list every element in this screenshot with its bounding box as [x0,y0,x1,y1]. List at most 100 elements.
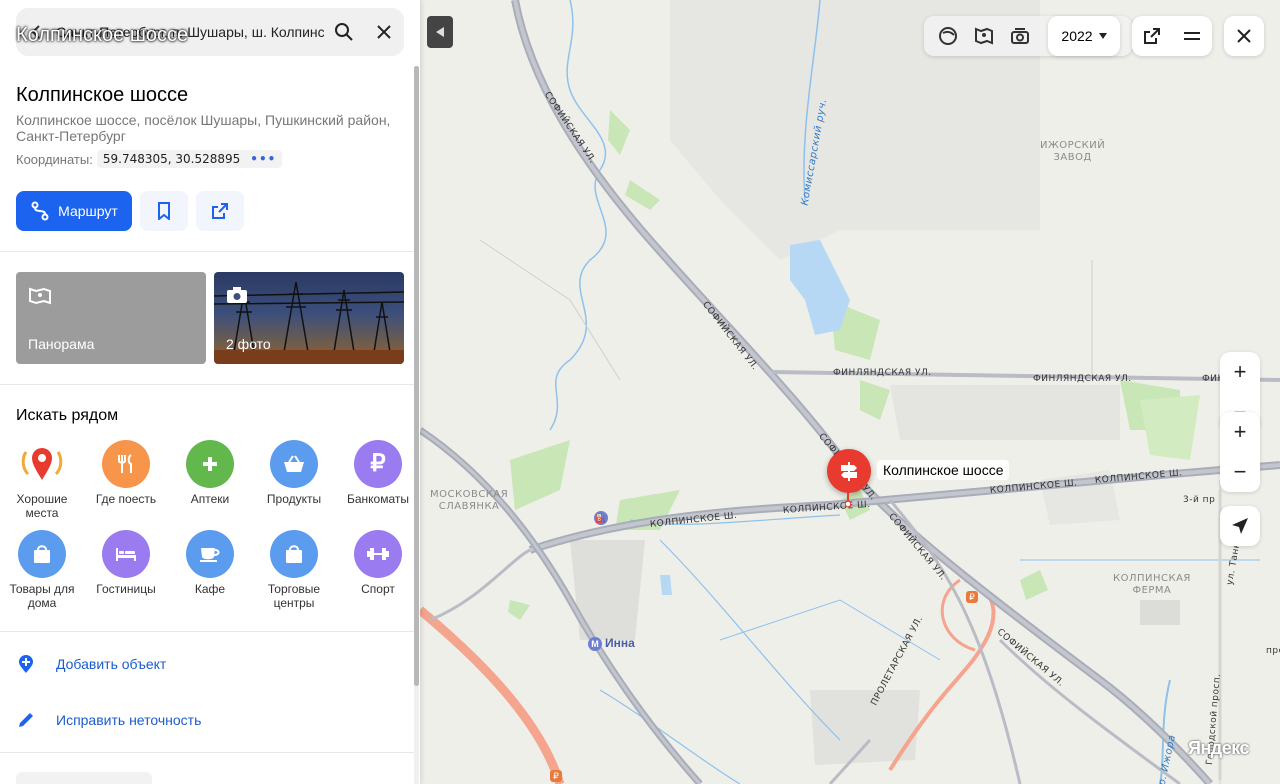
marker-tail [845,491,851,507]
zoom-in-button[interactable]: + [1220,352,1260,392]
category-label: Товары для дома [9,582,75,610]
zoom-in-button[interactable]: + [1220,412,1260,452]
app-root: Софийская ул. Софийская ул. Софийская ул… [0,0,1280,784]
bed-icon [102,530,150,578]
bottom-button-partial[interactable] [16,772,152,784]
search-button[interactable] [324,8,364,56]
more-icon[interactable]: ••• [250,152,276,166]
photos-label: 2 фото [226,336,271,352]
category-label: Гостиницы [96,582,156,596]
layers-button[interactable] [930,16,966,56]
coordinates-label: Координаты: [16,151,93,167]
category-label: Продукты [266,492,322,506]
bookmark-icon [158,202,170,220]
coordinates-value[interactable]: 59.748305, 30.528895 ••• [96,150,283,168]
bag-icon [270,530,318,578]
category-label: Кафе [194,582,226,596]
category-label: Торговые центры [267,582,321,610]
external-link-icon [212,203,228,219]
navigation-arrow-icon [1232,518,1248,534]
panorama-icon [975,27,993,45]
pencil-icon [19,713,33,727]
pin-laurel-icon [18,440,66,488]
category-label: Банкоматы [346,492,409,506]
district-label: Московская Славянка [430,489,509,512]
panorama-overlay-title: Колпинское шоссе [16,24,189,46]
category-cafe[interactable]: Кафе [168,530,252,596]
place-sidebar: Колпинское шоссе Колпинское шоссе Колпин… [0,0,420,784]
panorama-icon [29,287,51,305]
panorama-label: Панорама [28,336,95,352]
zoom-out-button[interactable]: − [1220,452,1260,492]
collapse-panel-button[interactable] [427,16,453,48]
panorama-button[interactable] [966,16,1002,56]
fork-knife-icon [102,440,150,488]
fix-error-link[interactable]: Исправить неточность [16,710,201,730]
external-link-icon [1144,28,1160,44]
map-extra-toolbar [1132,16,1212,56]
add-object-link[interactable]: Добавить объект [16,654,166,674]
fuel-poi[interactable]: ₽ [966,591,978,603]
street-label: про [1266,646,1280,656]
basket-icon [270,440,318,488]
camera-stack-icon [1011,28,1029,44]
place-address: Колпинское шоссе, посёлок Шушары, Пушкин… [16,112,391,144]
add-location-icon [19,655,33,673]
menu-icon [1184,32,1200,40]
category-home-goods[interactable]: Товары для дома [0,530,84,610]
chevron-down-icon [1098,33,1107,39]
yandex-logo: Яндекс [1188,738,1250,758]
category-groceries[interactable]: Продукты [252,440,336,506]
route-icon [31,201,49,221]
photo-history-button[interactable] [1002,16,1038,56]
gas-station-icon: ⛽ [594,510,608,525]
add-object-label: Добавить объект [56,656,167,672]
clear-search-button[interactable] [364,8,404,56]
zoom-controls: + − [1220,412,1260,492]
category-good-places[interactable]: Хорошие места [0,440,84,520]
category-sport[interactable]: Спорт [336,530,420,596]
category-label: Аптеки [190,492,230,506]
place-title: Колпинское шоссе [16,84,189,106]
map-view[interactable]: Софийская ул. Софийская ул. Софийская ул… [420,0,1280,784]
street-label: Финляндская ул. [833,368,932,378]
cup-icon [186,530,234,578]
sidebar-scrollbar[interactable] [414,66,419,784]
category-atm[interactable]: ₽ Банкоматы [336,440,420,506]
district-label: Колпинская ферма [1113,573,1191,596]
category-label: Хорошие места [16,492,68,520]
metro-poi[interactable]: M Инна [588,636,635,651]
triangle-left-icon [436,27,444,37]
marker-label: Колпинское шоссе [877,460,1010,480]
fix-error-label: Исправить неточность [56,712,202,728]
category-label: Спорт [361,582,395,596]
share-button[interactable] [196,191,244,231]
search-icon [335,23,353,41]
signpost-icon [841,462,857,481]
divider [0,251,418,252]
category-hotels[interactable]: Гостиницы [84,530,168,596]
scrollbar-thumb[interactable] [414,66,419,686]
category-pharmacy[interactable]: Аптеки [168,440,252,506]
coordinates-text: 59.748305, 30.528895 [102,152,241,166]
route-button[interactable]: Маршрут [16,191,132,231]
gas-station-poi[interactable]: ⛽ [594,510,611,525]
photos-card[interactable]: 2 фото [214,272,404,364]
fuel-poi[interactable]: ₽ [550,770,562,782]
year-value: 2022 [1061,28,1093,44]
close-icon [377,25,391,39]
dumbbell-icon [354,530,402,578]
nearby-title: Искать рядом [16,407,119,424]
open-external-button[interactable] [1134,16,1170,56]
panorama-card[interactable]: Панорама [16,272,206,364]
bookmark-button[interactable] [140,191,188,231]
close-panorama-button[interactable] [1224,16,1264,56]
district-label: Ижорский завод [1040,140,1106,163]
category-malls[interactable]: Торговые центры [252,530,336,610]
locate-me-button[interactable] [1220,506,1260,546]
category-food[interactable]: Где поесть [84,440,168,506]
menu-button[interactable] [1174,16,1210,56]
year-select[interactable]: 2022 [1048,16,1120,56]
map-base [420,0,1280,784]
place-marker[interactable] [827,449,871,493]
